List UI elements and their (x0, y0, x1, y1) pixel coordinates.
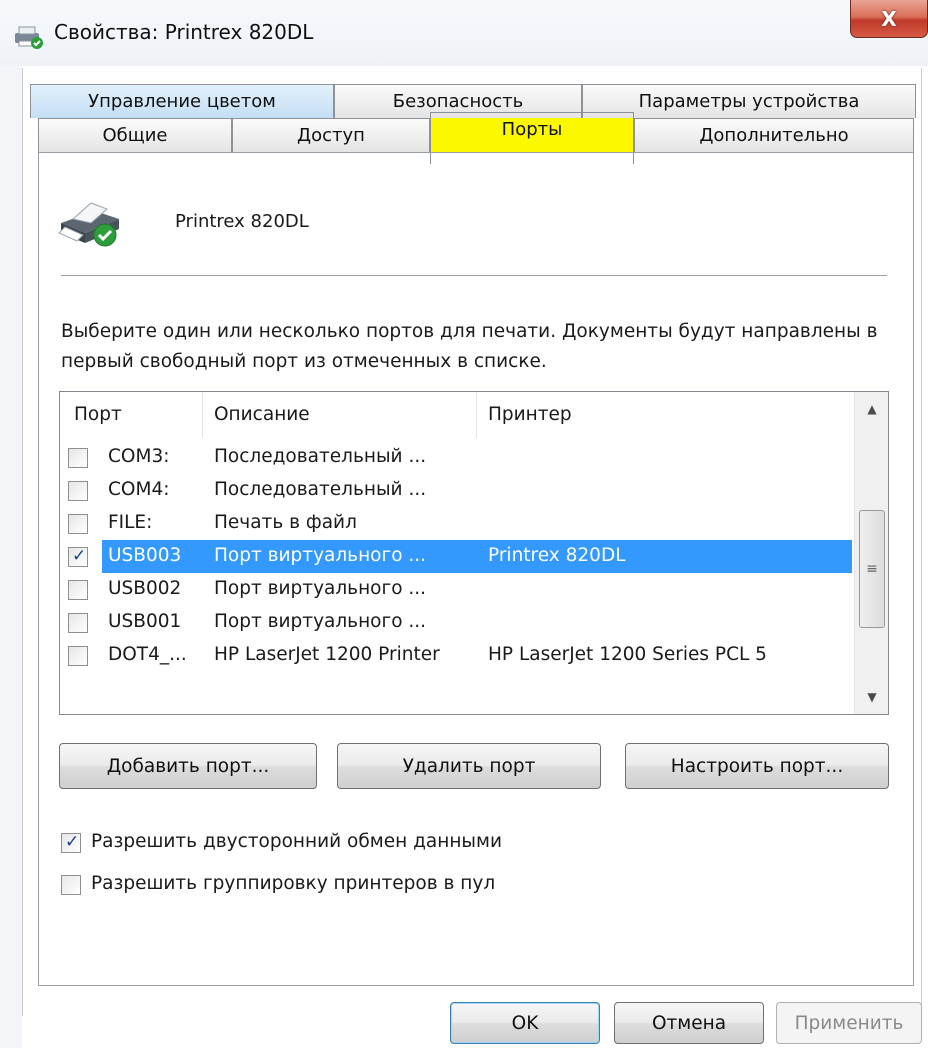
tab-ports[interactable]: Дополнительно (634, 118, 914, 152)
port-description: Последовательный ... (214, 446, 427, 467)
bidirectional-label: Разрешить двусторонний обмен данными (91, 831, 503, 852)
column-header-description[interactable]: Описание (214, 404, 310, 425)
port-name: USB001 (108, 611, 182, 632)
bidirectional-checkbox[interactable]: ✓ (61, 832, 81, 853)
port-name: DOT4_... (108, 644, 187, 665)
close-button[interactable]: X (850, 0, 928, 38)
tab-label: Управление цветом (88, 91, 276, 112)
tab-ports-active[interactable]: Порты (430, 112, 634, 164)
printer-name: Printrex 820DL (175, 211, 309, 232)
list-item[interactable]: FILE: Печать в файл (60, 507, 854, 540)
port-checkbox[interactable] (68, 613, 88, 633)
column-header-printer[interactable]: Принтер (488, 404, 572, 425)
port-description: Порт виртуального ... (214, 545, 427, 566)
scroll-down-icon[interactable]: ▼ (855, 680, 888, 714)
port-description: Последовательный ... (214, 479, 427, 500)
port-checkbox[interactable] (68, 481, 88, 501)
tab-label: Дополнительно (699, 125, 849, 146)
port-name: USB002 (108, 578, 182, 599)
tab-label: Безопасность (392, 91, 524, 112)
list-header: Порт Описание Принтер (60, 392, 854, 438)
port-printer: Printrex 820DL (488, 545, 626, 566)
printer-pooling-checkbox[interactable] (61, 875, 81, 895)
column-separator[interactable] (202, 392, 203, 438)
checkmark-icon: ✓ (65, 832, 80, 852)
ok-button[interactable]: OK (450, 1002, 600, 1044)
scrollbar-thumb[interactable]: ≡ (859, 510, 885, 628)
column-separator[interactable] (476, 392, 477, 438)
port-checkbox[interactable] (68, 448, 88, 468)
printer-window-icon (15, 26, 43, 49)
port-checkbox-checked[interactable]: ✓ (68, 546, 88, 567)
tab-general[interactable]: Общие (38, 118, 232, 152)
port-name: FILE: (108, 512, 153, 533)
column-header-port[interactable]: Порт (74, 404, 122, 425)
port-description: HP LaserJet 1200 Printer (214, 644, 440, 665)
list-item-selected[interactable]: ✓ USB003 Порт виртуального ... Printrex … (60, 540, 854, 573)
port-name: COM3: (108, 446, 170, 467)
window-title: Свойства: Printrex 820DL (54, 20, 314, 44)
port-printer: HP LaserJet 1200 Series PCL 5 (488, 644, 767, 665)
tab-label: Доступ (297, 125, 365, 146)
tab-sharing[interactable]: Доступ (232, 118, 430, 152)
divider (61, 275, 887, 276)
configure-port-button[interactable]: Настроить порт... (625, 743, 889, 789)
cancel-button[interactable]: Отмена (614, 1002, 764, 1044)
printer-icon (58, 202, 119, 247)
list-item[interactable]: DOT4_... HP LaserJet 1200 Printer HP Las… (60, 639, 854, 672)
add-port-button[interactable]: Добавить порт... (59, 743, 317, 789)
delete-port-button[interactable]: Удалить порт (337, 743, 601, 789)
close-icon: X (881, 6, 897, 31)
port-checkbox[interactable] (68, 580, 88, 600)
tab-label: Параметры устройства (638, 91, 860, 112)
list-item[interactable]: COM3: Последовательный ... (60, 441, 854, 474)
ports-tab-panel: Printrex 820DL Выберите один или несколь… (38, 152, 914, 986)
left-window-edge (0, 66, 22, 1048)
list-item[interactable]: USB002 Порт виртуального ... (60, 573, 854, 606)
list-rows: COM3: Последовательный ... COM4: Последо… (60, 441, 854, 672)
port-description: Порт виртуального ... (214, 578, 427, 599)
port-description: Порт виртуального ... (214, 611, 427, 632)
port-checkbox[interactable] (68, 514, 88, 534)
tab-label: Общие (102, 125, 168, 146)
ports-list[interactable]: Порт Описание Принтер COM3: Последовател… (59, 391, 889, 715)
list-item[interactable]: USB001 Порт виртуального ... (60, 606, 854, 639)
ports-description: Выберите один или несколько портов для п… (61, 321, 878, 372)
port-description: Печать в файл (214, 512, 357, 533)
apply-button[interactable]: Применить (776, 1002, 922, 1044)
grip-icon: ≡ (866, 561, 878, 577)
title-bar: Свойства: Printrex 820DL X (0, 0, 928, 66)
list-item[interactable]: COM4: Последовательный ... (60, 474, 854, 507)
printer-pooling-label: Разрешить группировку принтеров в пул (91, 873, 496, 894)
vertical-scrollbar[interactable]: ▲ ≡ ▼ (854, 392, 888, 714)
tab-label: Порты (501, 119, 563, 140)
port-checkbox[interactable] (68, 646, 88, 666)
checkmark-icon: ✓ (72, 546, 87, 566)
port-name: USB003 (108, 545, 182, 566)
port-name: COM4: (108, 479, 170, 500)
tab-color-management[interactable]: Управление цветом (30, 84, 334, 118)
scroll-up-icon[interactable]: ▲ (855, 392, 888, 426)
